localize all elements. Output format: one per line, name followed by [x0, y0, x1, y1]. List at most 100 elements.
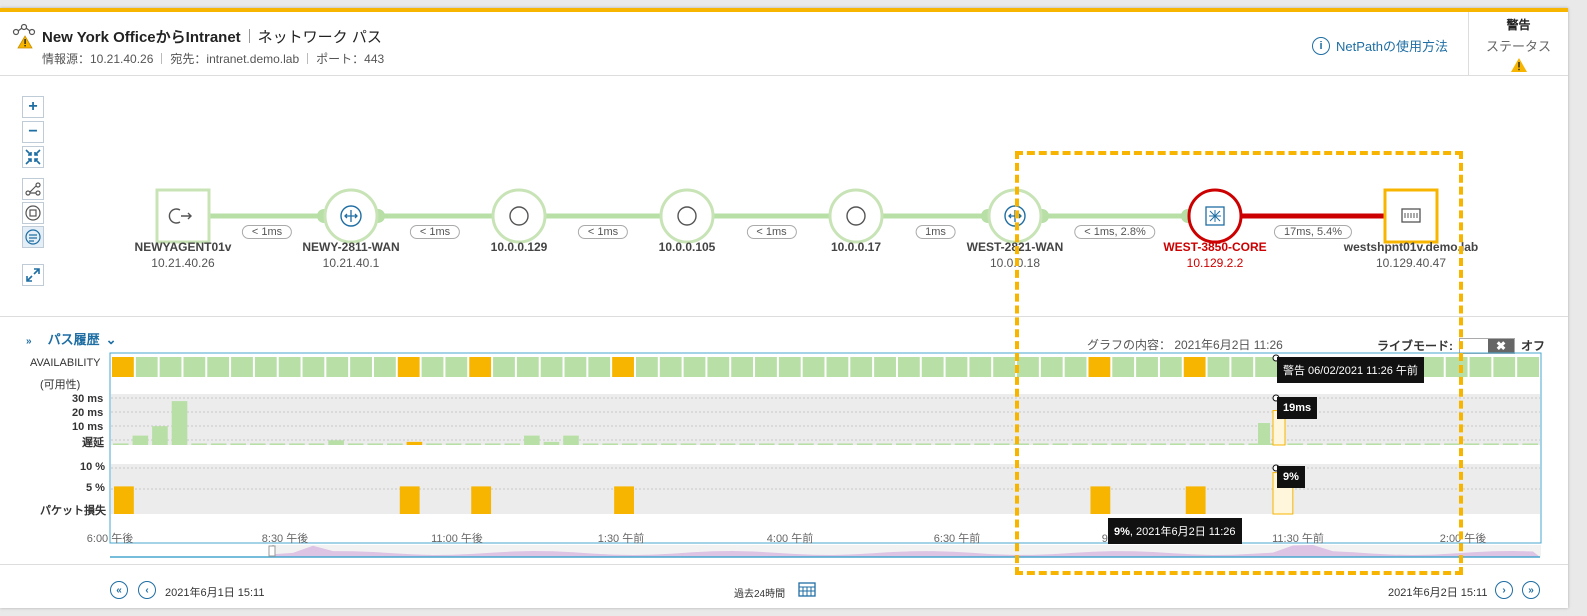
availability-cell[interactable] — [612, 357, 634, 377]
latency-bar[interactable] — [758, 443, 775, 445]
latency-bar[interactable] — [347, 443, 364, 445]
latency-bar[interactable] — [641, 443, 658, 445]
latency-bar[interactable] — [465, 443, 481, 445]
latency-bar[interactable] — [739, 443, 755, 445]
availability-cell[interactable] — [683, 357, 706, 377]
latency-bar[interactable] — [621, 443, 638, 445]
availability-cell[interactable] — [302, 357, 325, 377]
latency-bar[interactable] — [661, 443, 677, 445]
availability-cell[interactable] — [969, 357, 992, 377]
latency-bar[interactable] — [876, 443, 893, 445]
latency-bar[interactable] — [250, 443, 266, 445]
availability-cell[interactable] — [635, 357, 658, 377]
range-handle[interactable] — [268, 545, 276, 557]
availability-cell[interactable] — [112, 357, 134, 377]
availability-cell[interactable] — [588, 357, 611, 377]
availability-cell[interactable] — [826, 357, 849, 377]
latency-bar[interactable] — [1463, 443, 1480, 445]
availability-cell[interactable] — [469, 357, 492, 377]
last-page-button[interactable]: » — [1522, 581, 1540, 599]
availability-cell[interactable] — [993, 357, 1016, 377]
availability-cell[interactable] — [1469, 357, 1492, 377]
availability-cell[interactable] — [421, 357, 444, 377]
latency-bar[interactable] — [308, 443, 325, 445]
latency-bar[interactable] — [328, 440, 344, 445]
latency-bar[interactable] — [152, 426, 168, 445]
availability-cell[interactable] — [778, 357, 801, 377]
latency-bar[interactable] — [680, 443, 697, 445]
availability-cell[interactable] — [540, 357, 563, 377]
latency-bar[interactable] — [563, 435, 579, 445]
latency-bar[interactable] — [837, 443, 853, 445]
availability-cell[interactable] — [135, 357, 158, 377]
availability-cell[interactable] — [159, 357, 182, 377]
latency-bar[interactable] — [445, 443, 462, 445]
availability-cell[interactable] — [755, 357, 777, 377]
availability-cell[interactable] — [254, 357, 277, 377]
availability-cell[interactable] — [1493, 357, 1516, 377]
latency-bar[interactable] — [915, 443, 932, 445]
latency-bar[interactable] — [269, 443, 286, 445]
latency-bar[interactable] — [993, 443, 1010, 445]
availability-cell[interactable] — [659, 357, 682, 377]
latency-bar[interactable] — [974, 443, 990, 445]
latency-bar[interactable] — [1502, 443, 1519, 445]
availability-cell[interactable] — [874, 357, 896, 377]
latency-bar[interactable] — [582, 443, 599, 445]
availability-cell[interactable] — [897, 357, 920, 377]
availability-cell[interactable] — [945, 357, 968, 377]
latency-bar[interactable] — [719, 443, 736, 445]
loss-bar[interactable] — [399, 486, 420, 514]
next-button[interactable]: › — [1495, 581, 1513, 599]
latency-bar[interactable] — [132, 435, 149, 445]
latency-bar[interactable] — [817, 443, 834, 445]
latency-bar[interactable] — [504, 443, 521, 445]
latency-bar[interactable] — [856, 443, 873, 445]
availability-cell[interactable] — [445, 357, 468, 377]
latency-bar[interactable] — [954, 443, 971, 445]
availability-cell[interactable] — [707, 357, 730, 377]
latency-bar[interactable] — [367, 443, 384, 445]
availability-cell[interactable] — [326, 357, 349, 377]
availability-cell[interactable] — [493, 357, 515, 377]
latency-bar[interactable] — [289, 443, 305, 445]
latency-bar[interactable] — [426, 443, 442, 445]
availability-cell[interactable] — [564, 357, 587, 377]
availability-cell[interactable] — [921, 357, 944, 377]
availability-cell[interactable] — [397, 357, 420, 377]
latency-bar[interactable] — [524, 435, 540, 445]
availability-cell[interactable] — [516, 357, 539, 377]
availability-cell[interactable] — [731, 357, 754, 377]
latency-bar[interactable] — [484, 443, 501, 445]
availability-cell[interactable] — [207, 357, 230, 377]
latency-bar[interactable] — [602, 443, 618, 445]
availability-cell[interactable] — [231, 357, 253, 377]
latency-bar[interactable] — [935, 443, 951, 445]
latency-bar[interactable] — [896, 443, 912, 445]
latency-bar[interactable] — [1483, 443, 1499, 445]
availability-cell[interactable] — [850, 357, 873, 377]
latency-bar[interactable] — [406, 441, 423, 445]
latency-bar[interactable] — [700, 443, 716, 445]
latency-bar[interactable] — [1522, 443, 1538, 445]
loss-bar[interactable] — [614, 486, 634, 514]
availability-cell[interactable] — [183, 357, 206, 377]
loss-bar[interactable] — [114, 486, 134, 514]
latency-bar[interactable] — [113, 443, 129, 445]
previous-button[interactable]: ‹ — [138, 581, 156, 599]
latency-bar[interactable] — [778, 443, 795, 445]
calendar-button[interactable] — [798, 581, 816, 597]
availability-cell[interactable] — [350, 357, 372, 377]
availability-cell[interactable] — [1517, 357, 1539, 377]
availability-cell[interactable] — [373, 357, 396, 377]
availability-cell[interactable] — [802, 357, 825, 377]
loss-bar[interactable] — [471, 486, 492, 514]
latency-bar[interactable] — [798, 443, 814, 445]
first-page-button[interactable]: « — [110, 581, 128, 599]
latency-bar[interactable] — [191, 443, 207, 445]
latency-bar[interactable] — [230, 443, 247, 445]
latency-bar[interactable] — [210, 443, 227, 445]
latency-bar[interactable] — [543, 441, 560, 445]
latency-bar[interactable] — [387, 443, 403, 445]
availability-cell[interactable] — [278, 357, 301, 377]
